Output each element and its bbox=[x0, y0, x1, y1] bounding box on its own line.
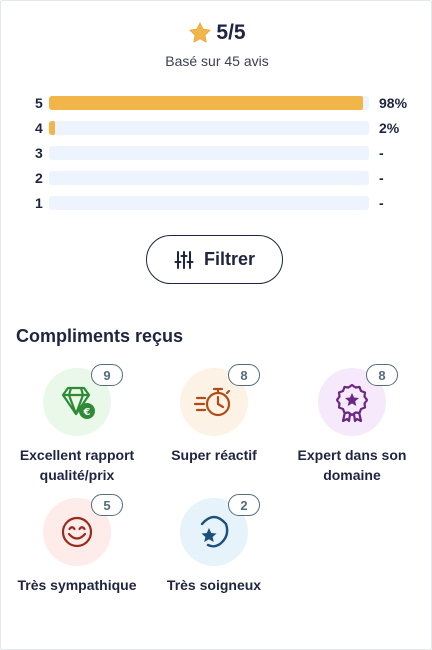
compliment-item: € 9 Excellent rapport qualité/prix bbox=[7, 364, 147, 485]
compliment-label: Excellent rapport qualité/prix bbox=[19, 447, 135, 483]
compliment-count-badge: 2 bbox=[228, 494, 260, 516]
distribution-percent: - bbox=[379, 194, 384, 211]
compliment-count-badge: 9 bbox=[91, 364, 123, 386]
distribution-row[interactable]: 2 - bbox=[35, 165, 415, 190]
distribution-bar-track bbox=[49, 195, 369, 210]
distribution-percent: - bbox=[379, 169, 384, 186]
compliment-item: 2 Très soigneux bbox=[144, 494, 284, 595]
compliment-icon-circle: 8 bbox=[180, 364, 260, 436]
compliments-title: Compliments reçus bbox=[16, 326, 184, 346]
distribution-percent: 2% bbox=[379, 119, 400, 136]
compliment-item: 5 Très sympathique bbox=[7, 494, 147, 595]
compliment-count-badge: 8 bbox=[228, 364, 260, 386]
distribution-percent: - bbox=[379, 144, 384, 161]
compliment-label: Très soigneux bbox=[166, 577, 262, 593]
distribution-star-label: 4 bbox=[35, 119, 43, 136]
compliment-count-badge: 8 bbox=[366, 364, 398, 386]
rating-subtitle: Basé sur 45 avis bbox=[165, 53, 269, 69]
compliment-icon-circle: € 9 bbox=[43, 364, 123, 436]
star-icon bbox=[189, 22, 211, 43]
rating-score: 5/5 bbox=[216, 21, 246, 44]
compliment-item: 8 Expert dans son domaine bbox=[282, 364, 422, 485]
distribution-star-label: 2 bbox=[35, 169, 43, 186]
reviews-card: 5/5 Basé sur 45 avis 5 98% 4 2% 3 - 2 - … bbox=[0, 0, 432, 650]
rating-distribution: 5 98% 4 2% 3 - 2 - 1 - bbox=[35, 90, 415, 215]
filter-button[interactable]: Filtrer bbox=[146, 235, 283, 284]
distribution-percent: 98% bbox=[379, 94, 408, 111]
sliders-icon bbox=[174, 250, 194, 269]
distribution-bar-track bbox=[49, 170, 369, 185]
compliment-label: Très sympathique bbox=[17, 577, 137, 593]
distribution-row[interactable]: 4 2% bbox=[35, 115, 415, 140]
compliment-icon-circle: 5 bbox=[43, 494, 123, 566]
compliment-count-badge: 5 bbox=[91, 494, 123, 516]
distribution-row[interactable]: 1 - bbox=[35, 190, 415, 215]
distribution-star-label: 1 bbox=[35, 194, 43, 211]
distribution-bar-fill bbox=[49, 120, 56, 135]
compliment-label: Super réactif bbox=[171, 447, 257, 463]
star-swirl-icon bbox=[200, 515, 229, 548]
filter-button-label: Filtrer bbox=[203, 249, 255, 269]
compliment-icon-circle: 8 bbox=[318, 364, 398, 436]
compliment-item: 8 Super réactif bbox=[144, 364, 284, 465]
svg-text:€: € bbox=[83, 407, 91, 418]
stopwatch-icon bbox=[194, 387, 231, 417]
distribution-bar-fill bbox=[49, 95, 363, 110]
award-ribbon-icon bbox=[335, 383, 369, 422]
compliment-label: Expert dans son domaine bbox=[297, 447, 407, 483]
distribution-bar-track bbox=[49, 145, 369, 160]
distribution-bar-track bbox=[49, 95, 369, 110]
diamond-euro-icon: € bbox=[61, 386, 95, 419]
distribution-star-label: 5 bbox=[35, 94, 43, 111]
compliment-icon-circle: 2 bbox=[180, 494, 260, 566]
distribution-row[interactable]: 5 98% bbox=[35, 90, 415, 115]
smiley-icon bbox=[61, 516, 93, 548]
distribution-star-label: 3 bbox=[35, 144, 43, 161]
distribution-row[interactable]: 3 - bbox=[35, 140, 415, 165]
distribution-bar-track bbox=[49, 120, 369, 135]
rating-summary: 5/5 Basé sur 45 avis bbox=[1, 21, 432, 69]
